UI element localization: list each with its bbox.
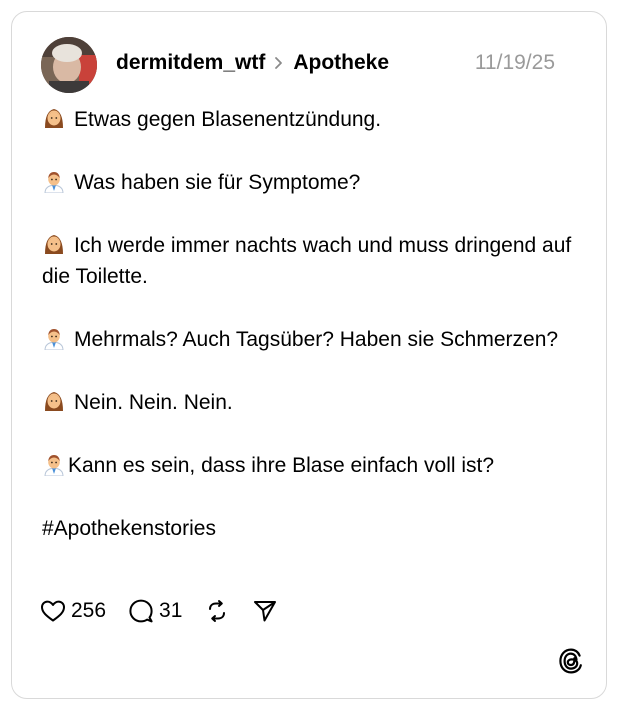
heart-icon	[40, 599, 66, 623]
post-header: dermitdem_wtf Apotheke	[116, 48, 389, 78]
dialogue-line: Kann es sein, dass ihre Blase einfach vo…	[42, 450, 572, 481]
action-bar: 256 31	[40, 595, 300, 627]
repost-icon	[204, 598, 230, 624]
threads-logo-icon	[557, 647, 585, 675]
dialogue-line: Mehrmals? Auch Tagsüber? Haben sie Schme…	[42, 324, 572, 355]
dialogue-line: Ich werde immer nachts wach und muss dri…	[42, 232, 572, 288]
woman-emoji-icon	[42, 389, 66, 413]
dialogue-line: Nein. Nein. Nein.	[42, 387, 572, 418]
send-icon	[252, 598, 278, 624]
dialogue-line: Etwas gegen Blasenentzündung.	[42, 104, 572, 135]
pharmacist-emoji-icon	[42, 169, 66, 194]
share-button[interactable]	[252, 598, 278, 624]
like-count: 256	[71, 599, 107, 622]
avatar[interactable]	[41, 37, 97, 93]
community-link[interactable]: Apotheke	[293, 51, 389, 75]
chevron-right-icon	[267, 51, 291, 75]
woman-emoji-icon	[42, 232, 66, 256]
post-date: 11/19/25	[474, 51, 555, 74]
pharmacist-emoji-icon	[42, 326, 66, 351]
woman-emoji-icon	[42, 106, 66, 130]
reply-count: 31	[159, 599, 183, 622]
comment-icon	[128, 598, 154, 624]
pharmacist-emoji-icon	[42, 452, 66, 477]
username-link[interactable]: dermitdem_wtf	[116, 51, 265, 75]
reply-button[interactable]: 31	[128, 598, 182, 624]
post-body: Etwas gegen Blasenentzündung. Was haben …	[42, 104, 572, 576]
repost-button[interactable]	[204, 598, 230, 624]
hashtag-link[interactable]: #Apothekenstories	[42, 513, 572, 544]
dialogue-line: Was haben sie für Symptome?	[42, 167, 572, 198]
like-button[interactable]: 256	[40, 599, 106, 623]
